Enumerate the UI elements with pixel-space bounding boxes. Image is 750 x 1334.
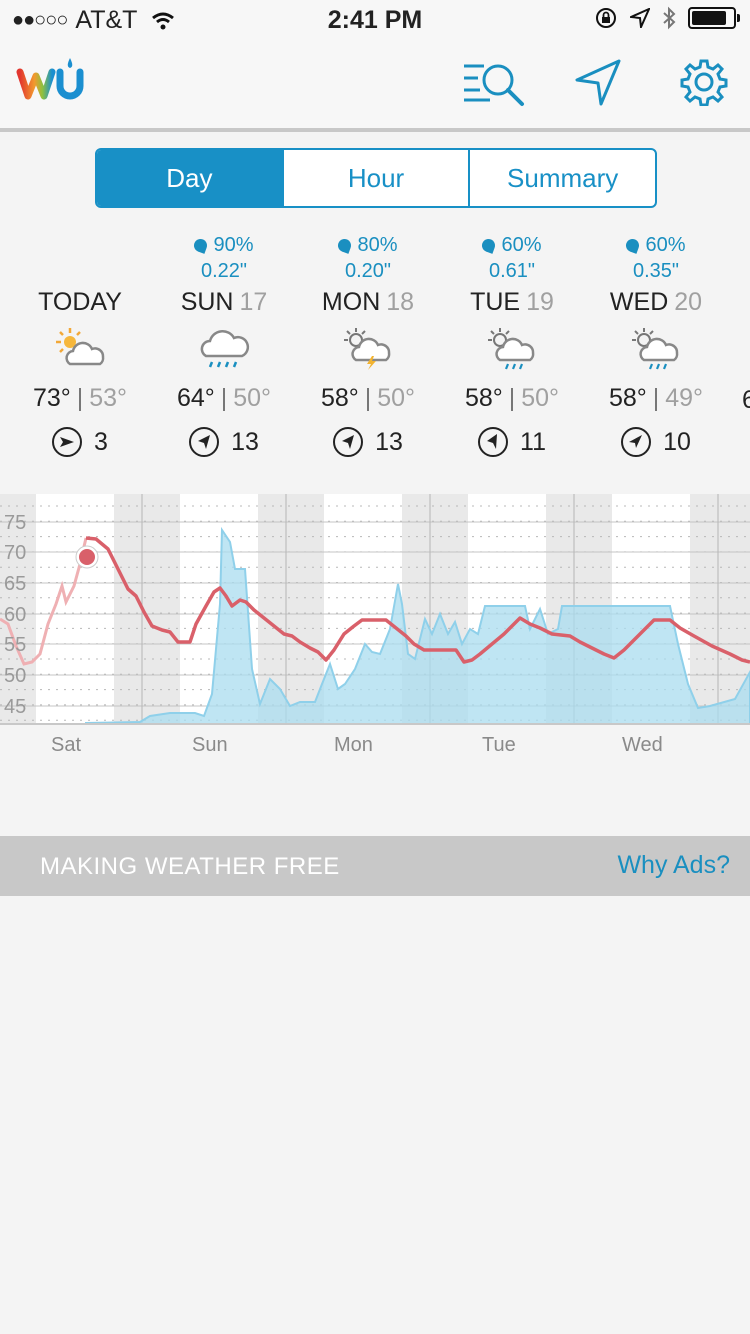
low-temp: 50°: [233, 384, 272, 412]
search-list-icon[interactable]: [462, 58, 526, 108]
y-tick-label: 50: [4, 665, 26, 687]
tab-hour[interactable]: Hour: [284, 150, 471, 206]
wind-direction-icon: [621, 427, 652, 457]
precip-amount: 0.20": [344, 260, 392, 282]
why-ads-link[interactable]: Why Ads?: [617, 851, 730, 880]
day-name: SUN: [180, 288, 234, 316]
high-temp: 58°: [464, 384, 503, 412]
precip-chance: 90%: [213, 234, 254, 256]
day-date: 20: [674, 288, 703, 316]
low-temp: 53°: [89, 384, 128, 412]
high-temp: 58°: [608, 384, 647, 412]
forecast-day-wed[interactable]: 60% 0.35" WED 20 58° | 49° 10: [584, 232, 728, 457]
y-tick-label: 55: [4, 634, 26, 656]
wind-speed: 3: [94, 427, 108, 456]
night-band: [114, 494, 180, 724]
view-selector: Day Hour Summary: [95, 148, 657, 208]
wu-logo: [16, 58, 84, 100]
wind-direction-icon: [478, 427, 509, 457]
forecast-day-sun[interactable]: 90% 0.22" SUN 17 64° | 50° 13: [152, 232, 296, 457]
y-tick-label: 45: [4, 696, 26, 718]
bluetooth-icon: [663, 6, 676, 30]
current-temp-marker: [79, 549, 95, 565]
high-temp: 64°: [176, 384, 215, 412]
partly-cloudy-rain-icon: [488, 328, 535, 370]
raindrop-icon: [624, 237, 642, 254]
location-services-icon: [630, 8, 650, 28]
partly-cloudy-rain-icon: [632, 328, 679, 370]
wind-speed: 13: [231, 427, 259, 456]
low-temp: 50°: [521, 384, 560, 412]
forecast-day-mon[interactable]: 80% 0.20" MON 18 58° | 50° 13: [296, 232, 440, 457]
high-temp: 73°: [32, 384, 71, 412]
tab-summary[interactable]: Summary: [470, 150, 655, 206]
precip-amount: 0.22": [200, 260, 248, 282]
ad-banner-text: MAKING WEATHER FREE: [40, 853, 340, 880]
precip-chance: 80%: [357, 234, 398, 256]
temperature-precip-chart[interactable]: 75 70 65 60 55 50 45: [0, 494, 750, 764]
rotation-lock-icon: [596, 8, 616, 28]
x-label-tue: Tue: [482, 734, 516, 756]
precip-info: 80% 0.20": [296, 232, 440, 284]
wind-speed: 10: [663, 427, 691, 456]
precip-chance: 60%: [645, 234, 686, 256]
precip-amount: 0.35": [632, 260, 680, 282]
day-date: 17: [239, 288, 268, 316]
battery-icon: [688, 7, 740, 29]
raindrop-icon: [192, 237, 210, 254]
precip-amount: 0.61": [488, 260, 536, 282]
location-arrow-icon[interactable]: [574, 58, 624, 108]
y-tick-label: 70: [4, 542, 26, 564]
wind-direction-icon: [189, 427, 220, 457]
wind-speed: 11: [520, 427, 546, 456]
day-date: 18: [386, 288, 415, 316]
day-name: TODAY: [38, 288, 122, 316]
high-temp: 58°: [320, 384, 359, 412]
app-header: [0, 40, 750, 132]
status-bar: ●●○○○ AT&T 2:41 PM: [0, 0, 750, 40]
x-label-mon: Mon: [334, 734, 373, 756]
precip-info: 90% 0.22": [152, 232, 296, 284]
precip-info: [8, 232, 152, 284]
day-name: WED: [609, 288, 669, 316]
raindrop-icon: [336, 237, 354, 254]
x-label-wed: Wed: [622, 734, 663, 756]
x-label-sun: Sun: [192, 734, 228, 756]
wind-speed: 13: [375, 427, 403, 456]
precip-info: 60% 0.61": [440, 232, 584, 284]
forecast-day-today[interactable]: TODAY 73° | 53° 3: [8, 232, 152, 457]
day-name: TUE: [470, 288, 521, 316]
wind-direction-icon: [52, 427, 83, 457]
wind-direction-icon: [333, 427, 364, 457]
forecast-day-tue[interactable]: 60% 0.61" TUE 19 58° | 50° 11: [440, 232, 584, 457]
ad-banner: MAKING WEATHER FREE Why Ads?: [0, 836, 750, 896]
day-date: 19: [526, 288, 554, 316]
low-temp: 50°: [377, 384, 416, 412]
tab-day[interactable]: Day: [97, 150, 284, 206]
gear-icon[interactable]: [680, 58, 728, 106]
rain-icon: [200, 329, 250, 368]
precip-info: 60% 0.35": [584, 232, 728, 284]
next-day-high-partial: 6: [742, 386, 750, 414]
thunderstorm-icon: [344, 328, 391, 370]
y-tick-label: 60: [4, 604, 26, 626]
raindrop-icon: [480, 237, 498, 254]
partly-cloudy-icon: [56, 328, 105, 366]
y-tick-label: 65: [4, 573, 26, 595]
precip-chance: 60%: [501, 234, 542, 256]
y-tick-label: 75: [4, 512, 26, 534]
low-temp: 49°: [665, 384, 704, 412]
day-name: MON: [321, 288, 381, 316]
x-label-sat: Sat: [51, 734, 82, 756]
